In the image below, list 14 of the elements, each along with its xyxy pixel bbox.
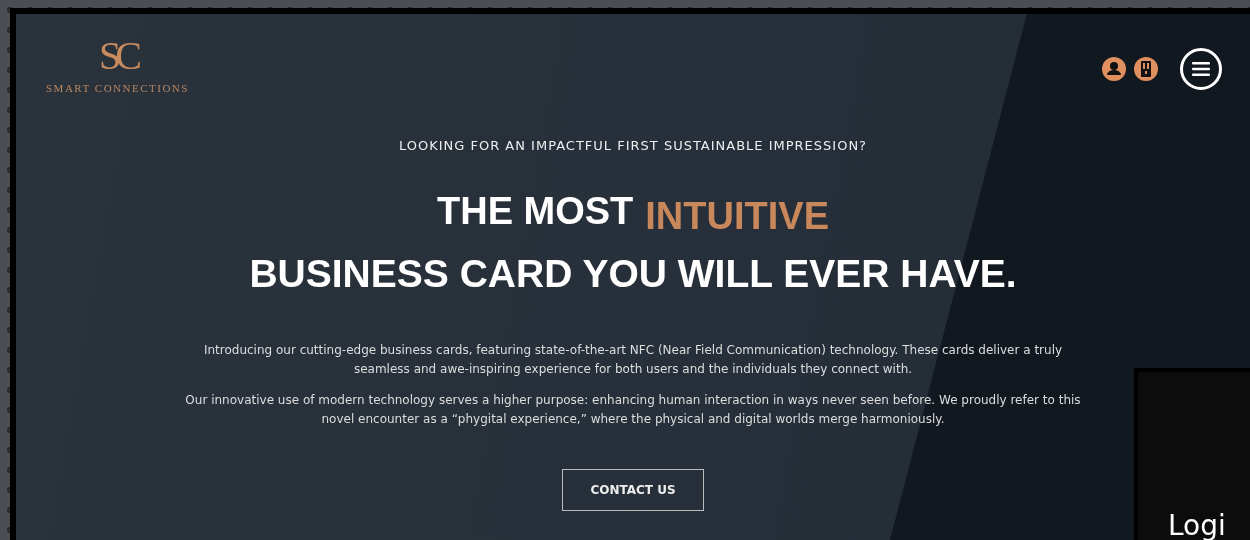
logo-monogram[interactable]: SC <box>99 36 136 76</box>
menu-button[interactable] <box>1180 48 1222 90</box>
hero-headline: THE MOST <box>437 192 634 230</box>
hero-tagline: LOOKING FOR AN IMPACTFUL FIRST SUSTAINABLE IMPRESSION? <box>398 138 868 153</box>
contact-button[interactable]: CONTACT US <box>562 469 704 511</box>
hero-highlight-word: INTUITIVE <box>645 195 829 238</box>
menu-icon <box>1192 62 1210 76</box>
logo-text[interactable]: SMART CONNECTIONS <box>46 82 189 94</box>
hero-paragraph: Our innovative use of modern technology serves a higher purpose: enhancing human interaction in ways never seen before. We proudly refer to this novel encounter as a “phygital experience,” where the physical and digital worlds merge harmoniously. <box>184 392 1082 428</box>
user-icon[interactable] <box>1102 57 1126 81</box>
login-title: Logi <box>1168 510 1226 540</box>
hero-paragraph: Introducing our cutting-edge business cards, featuring state-of-the-art NFC (Near Field Communication) technology. These cards deliver a truly seamless and awe-inspiring experience for both users and the individuals they connect with. <box>202 342 1064 378</box>
card-reader-icon[interactable] <box>1134 57 1158 81</box>
hero-headline: BUSINESS CARD YOU WILL EVER HAVE. <box>249 254 1017 293</box>
